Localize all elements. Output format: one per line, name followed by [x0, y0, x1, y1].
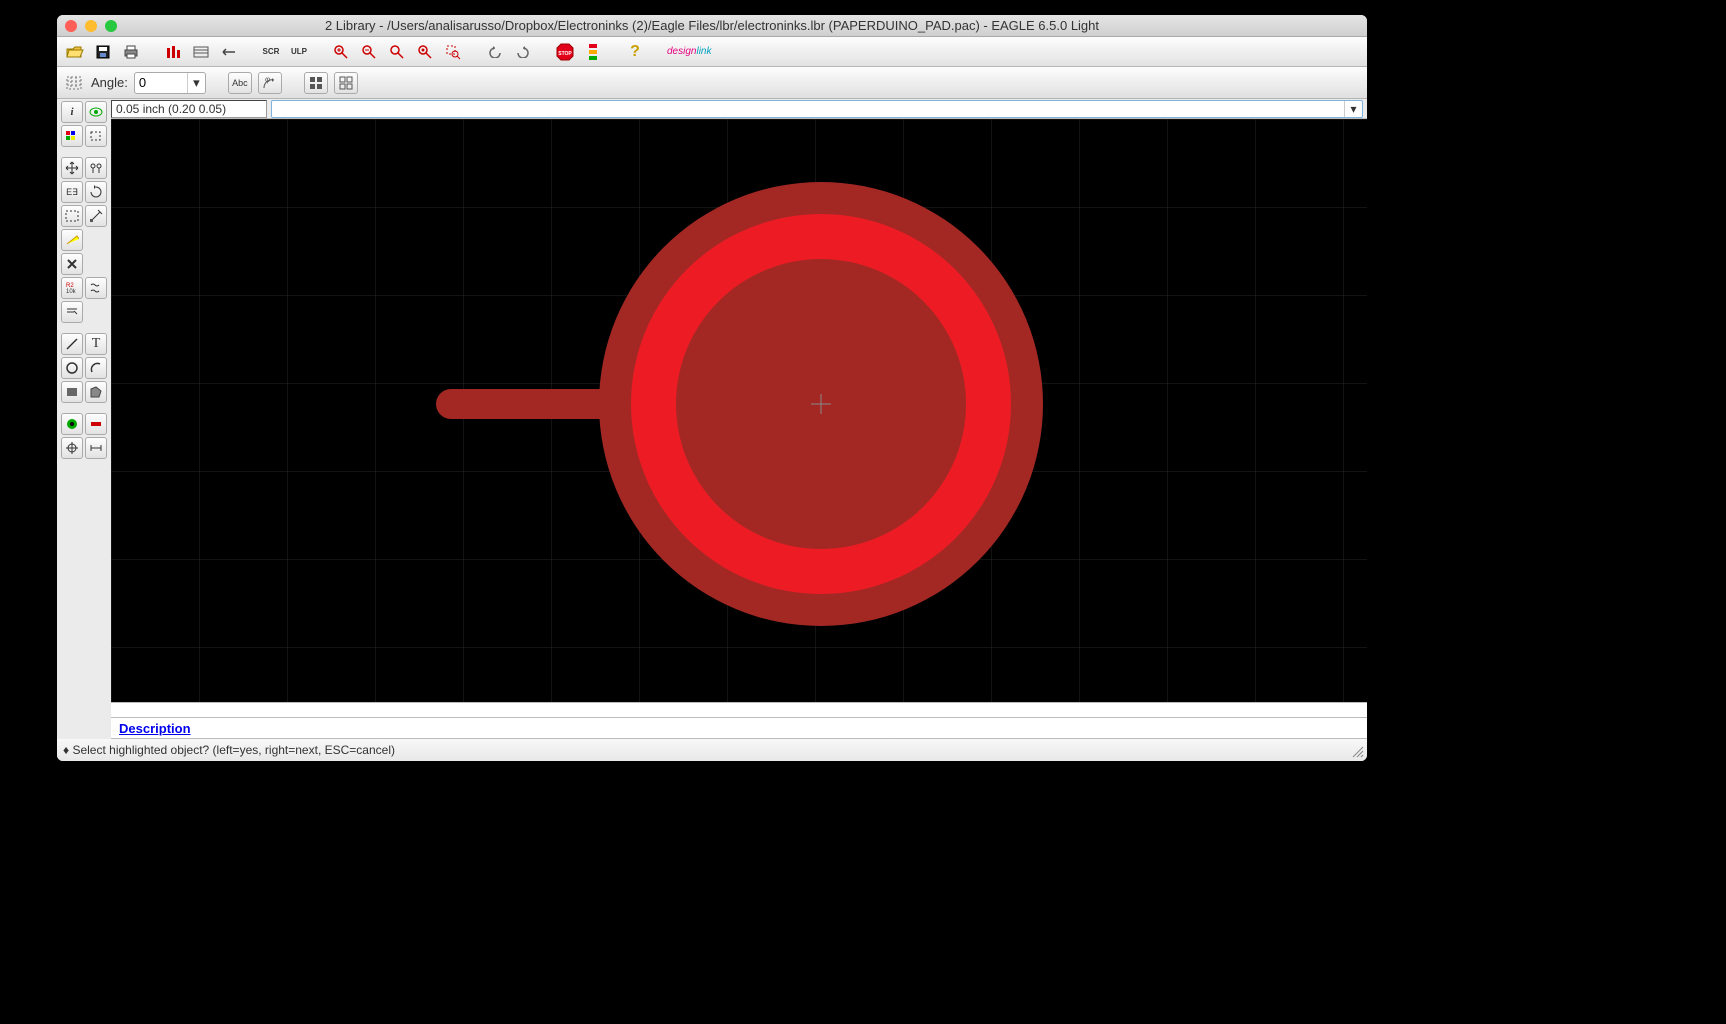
- command-history-dropdown[interactable]: ▾: [1344, 101, 1362, 117]
- window-title: 2 Library - /Users/analisarusso/Dropbox/…: [57, 18, 1367, 33]
- command-input-wrap[interactable]: ▾: [271, 100, 1363, 118]
- rotate-tool[interactable]: [85, 181, 107, 203]
- stop-button[interactable]: STOP: [553, 41, 577, 63]
- help-button[interactable]: ?: [623, 41, 647, 63]
- polygon-tool[interactable]: [85, 381, 107, 403]
- zoom-select-button[interactable]: [441, 41, 465, 63]
- abc-button[interactable]: Abc: [228, 72, 252, 94]
- print-button[interactable]: [119, 41, 143, 63]
- app-window: 2 Library - /Users/analisarusso/Dropbox/…: [57, 15, 1367, 761]
- parameter-toolbar: Angle: ▾ Abc φ: [57, 67, 1367, 99]
- angle-input[interactable]: ▾: [134, 72, 206, 94]
- dimension-tool[interactable]: [85, 437, 107, 459]
- angle-field[interactable]: [135, 75, 187, 90]
- ulp-button[interactable]: ULP: [287, 41, 311, 63]
- coordinate-bar: 0.05 inch (0.20 0.05) ▾: [111, 99, 1367, 119]
- smash-tool[interactable]: [61, 301, 83, 323]
- resize-grip[interactable]: [1351, 745, 1365, 759]
- info-tool[interactable]: i: [61, 101, 83, 123]
- move-tool[interactable]: [61, 157, 83, 179]
- coordinate-display: 0.05 inch (0.20 0.05): [111, 100, 267, 118]
- grid-view1-button[interactable]: [304, 72, 328, 94]
- wire-tool[interactable]: [61, 333, 83, 355]
- redo-button[interactable]: [511, 41, 535, 63]
- text-tool[interactable]: T: [85, 333, 107, 355]
- name-tool[interactable]: R210k: [61, 277, 83, 299]
- zoom-redraw-button[interactable]: [413, 41, 437, 63]
- copy-tool[interactable]: [85, 157, 107, 179]
- grid-button[interactable]: [63, 74, 85, 92]
- smd-tool[interactable]: [85, 413, 107, 435]
- rotate-angle-button[interactable]: φ: [258, 72, 282, 94]
- display-tool[interactable]: [61, 125, 83, 147]
- description-bar: Description: [111, 717, 1367, 739]
- zoom-in-button[interactable]: [329, 41, 353, 63]
- cam-button[interactable]: [161, 41, 185, 63]
- canvas-wrap: [111, 119, 1367, 717]
- command-input[interactable]: [272, 102, 1344, 116]
- value-tool[interactable]: [85, 277, 107, 299]
- status-bar: ♦ Select highlighted object? (left=yes, …: [57, 739, 1367, 761]
- board-schematic-switch-button[interactable]: [189, 41, 213, 63]
- go-button[interactable]: [581, 41, 605, 63]
- zoom-out-button[interactable]: [357, 41, 381, 63]
- scr-button[interactable]: SCR: [259, 41, 283, 63]
- hole-tool[interactable]: [61, 437, 83, 459]
- description-link[interactable]: Description: [119, 721, 191, 736]
- open-button[interactable]: [63, 41, 87, 63]
- rect-tool[interactable]: [61, 381, 83, 403]
- status-text: ♦ Select highlighted object? (left=yes, …: [63, 743, 395, 757]
- content-area: i E∃: [57, 99, 1367, 739]
- delete-tool[interactable]: [61, 253, 83, 275]
- change-tool[interactable]: [85, 205, 107, 227]
- circle-tool[interactable]: [61, 357, 83, 379]
- editor-area: 0.05 inch (0.20 0.05) ▾: [111, 99, 1367, 739]
- arc-tool[interactable]: [85, 357, 107, 379]
- grid-view2-button[interactable]: [334, 72, 358, 94]
- mirror-tool[interactable]: E∃: [61, 181, 83, 203]
- main-toolbar: SCR ULP STOP ? designlink: [57, 37, 1367, 67]
- group-tool[interactable]: [61, 205, 83, 227]
- horizontal-scrollbar[interactable]: [111, 702, 1367, 717]
- board-button[interactable]: [217, 41, 241, 63]
- zoom-fit-button[interactable]: [385, 41, 409, 63]
- undo-button[interactable]: [483, 41, 507, 63]
- drawing-canvas[interactable]: [111, 119, 1367, 702]
- tool-palette: i E∃: [57, 99, 111, 739]
- save-button[interactable]: [91, 41, 115, 63]
- designlink-button[interactable]: designlink: [665, 41, 713, 63]
- paste-tool[interactable]: [61, 229, 83, 251]
- pad-tool[interactable]: [61, 413, 83, 435]
- pad-drawing: [111, 119, 1355, 679]
- mark-tool[interactable]: [85, 125, 107, 147]
- titlebar: 2 Library - /Users/analisarusso/Dropbox/…: [57, 15, 1367, 37]
- show-tool[interactable]: [85, 101, 107, 123]
- svg-text:STOP: STOP: [558, 51, 572, 57]
- angle-dropdown[interactable]: ▾: [187, 73, 205, 93]
- svg-text:10k: 10k: [66, 289, 77, 294]
- svg-text:φ: φ: [265, 76, 270, 84]
- angle-label: Angle:: [91, 75, 128, 90]
